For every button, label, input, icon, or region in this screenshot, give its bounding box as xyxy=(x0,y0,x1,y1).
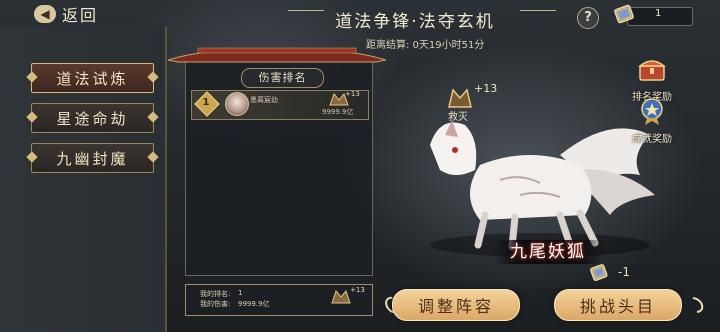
pavilion-roof-icon xyxy=(168,47,386,63)
my-rank-label: 我的排名: xyxy=(200,290,231,298)
back-arrow-icon: ◀ xyxy=(34,5,56,23)
page-title: 道法争锋·法夺玄机 xyxy=(335,11,495,32)
page-title-wrap: 道法争锋·法夺玄机 xyxy=(280,8,550,32)
challenge-boss-button[interactable]: 挑战头目 xyxy=(554,289,682,321)
boss-crest-icon xyxy=(331,289,351,304)
adjust-lineup-button[interactable]: 调整阵容 xyxy=(392,289,520,321)
back-button[interactable]: ◀ 返回 xyxy=(34,3,98,25)
challenge-cost: -1 xyxy=(618,265,630,279)
player-name: 墨离宸幼 xyxy=(250,96,278,104)
achievement-reward-label: 成就奖励 xyxy=(632,134,672,145)
boss-level-crest-icon xyxy=(448,88,472,108)
adjust-lineup-label: 调整阵容 xyxy=(417,297,494,316)
treasure-chest-icon xyxy=(637,60,667,81)
achievement-reward-button[interactable]: 成就奖励 xyxy=(632,96,672,145)
rank-boss-plus: +13 xyxy=(345,90,360,98)
my-damage-value: 9999.9亿 xyxy=(238,300,270,308)
my-rank-value: 1 xyxy=(238,289,243,297)
ticket-scroll-icon xyxy=(614,4,634,24)
nav-tab-star-path[interactable]: 星途命劫 xyxy=(26,103,159,133)
boss-level-plus: +13 xyxy=(474,82,498,95)
title-right-ornament xyxy=(520,10,556,11)
nav-tab-label: 道法试炼 xyxy=(56,69,129,88)
rank-number: 1 xyxy=(202,97,210,108)
nav-tab-label: 九幽封魔 xyxy=(56,149,129,168)
player-avatar xyxy=(225,92,249,116)
my-boss-plus: +13 xyxy=(350,286,365,294)
help-button[interactable]: ? xyxy=(577,7,599,29)
my-damage-label: 我的伤害: xyxy=(200,300,231,308)
nav-tab-netherworld-seal[interactable]: 九幽封魔 xyxy=(26,143,159,173)
challenge-ticket-icon xyxy=(590,264,608,281)
boss-name: 九尾妖狐 xyxy=(510,242,586,262)
challenge-boss-label: 挑战头目 xyxy=(579,297,656,316)
achievement-badge-icon xyxy=(641,98,663,125)
boss-tag: 救灭 xyxy=(448,112,468,123)
rank-damage: 9999.9亿 xyxy=(322,108,354,116)
back-label: 返回 xyxy=(62,6,99,25)
rank-title: 伤害排名 xyxy=(241,68,324,88)
nav-tab-daofa-trial[interactable]: 道法试炼 xyxy=(26,63,159,93)
ticket-count: 1 xyxy=(655,8,662,19)
nav-tab-label: 星途命劫 xyxy=(56,109,129,128)
